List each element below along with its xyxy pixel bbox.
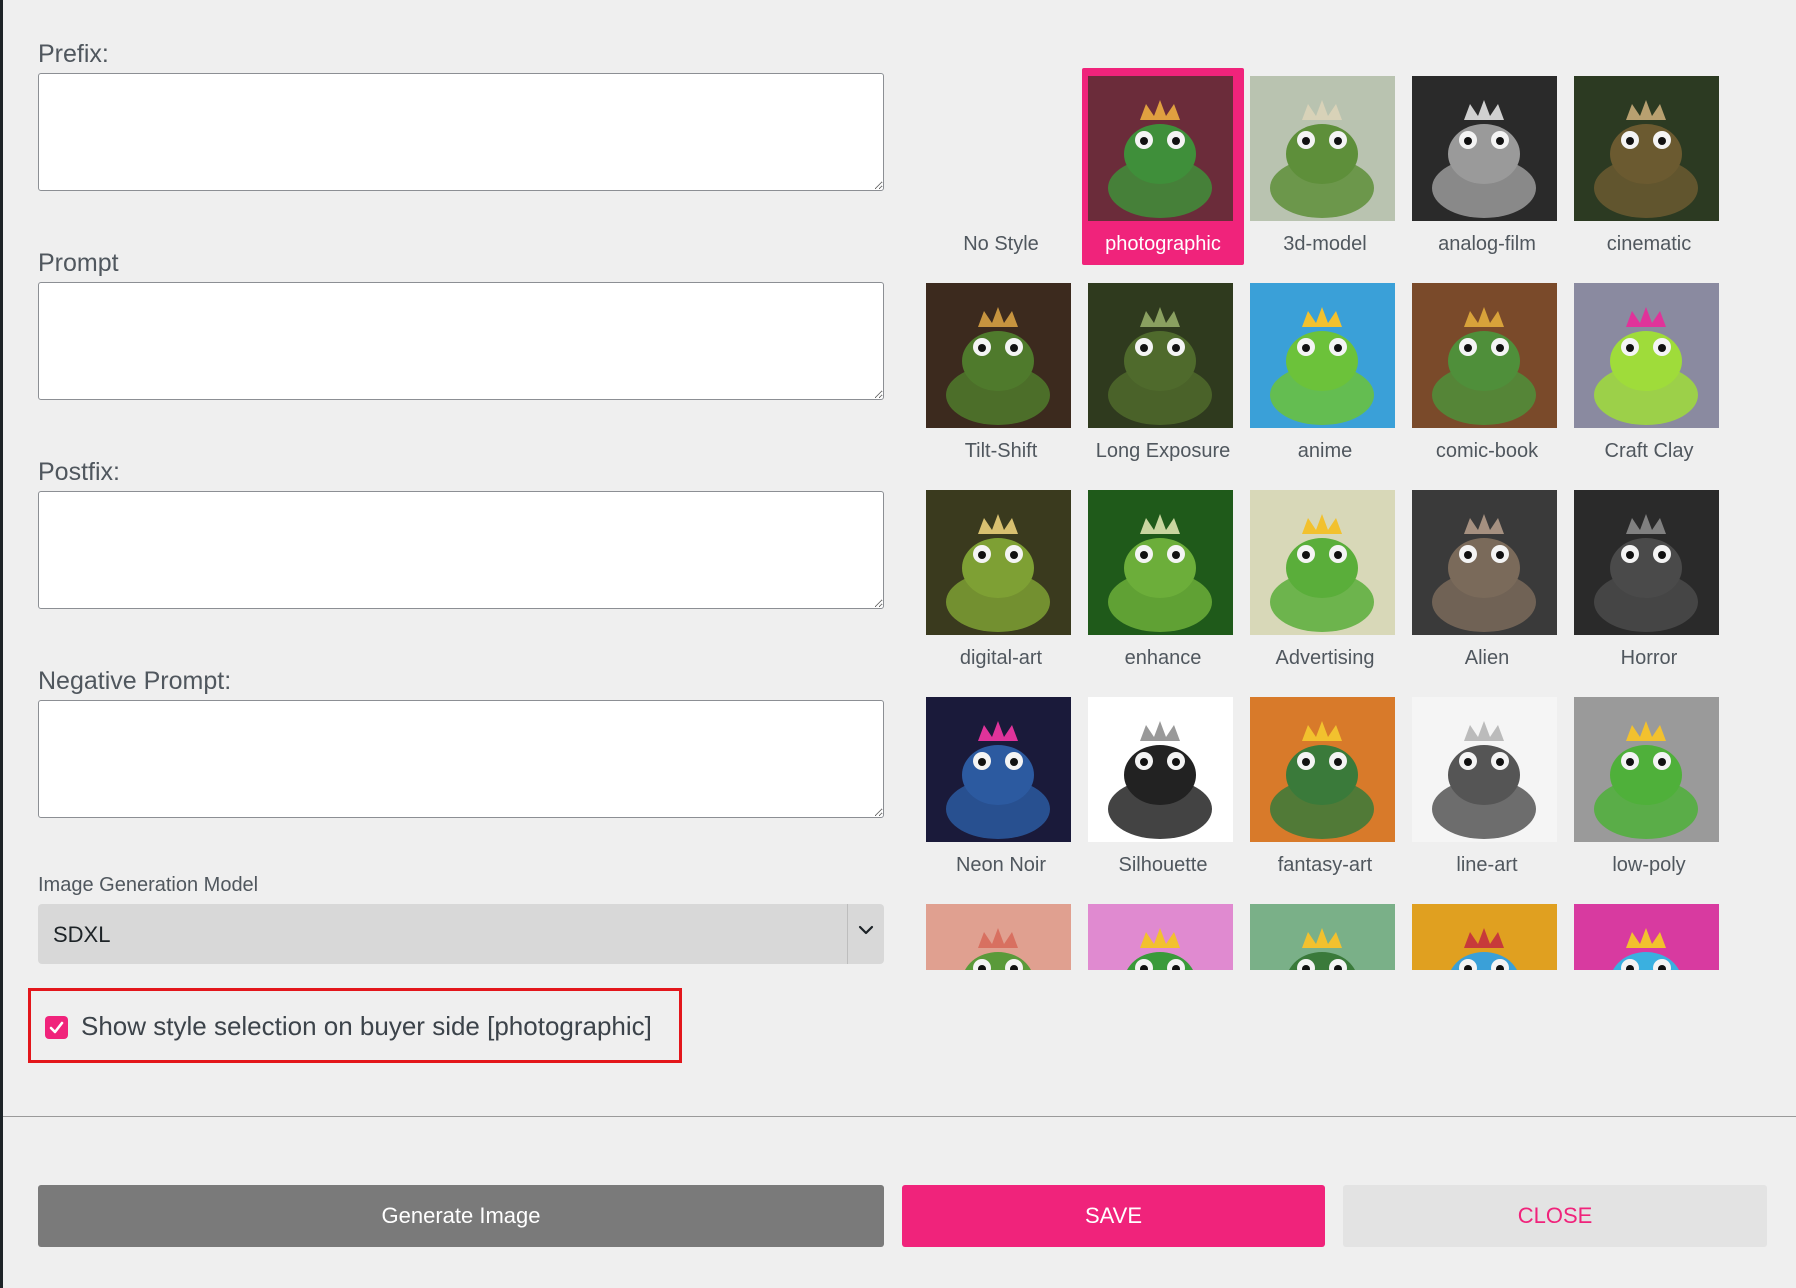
- style-thumbnail: [926, 904, 1071, 970]
- style-option[interactable]: [1244, 896, 1406, 970]
- style-label: anime: [1297, 440, 1353, 462]
- style-label: comic-book: [1435, 440, 1539, 462]
- style-label: enhance: [1124, 647, 1202, 669]
- prefix-textarea[interactable]: [38, 73, 884, 191]
- style-thumbnail: [1574, 76, 1719, 221]
- model-label: Image Generation Model: [38, 874, 259, 896]
- close-button[interactable]: CLOSE: [1343, 1185, 1767, 1247]
- save-button[interactable]: SAVE: [902, 1185, 1325, 1247]
- style-option[interactable]: Neon Noir: [920, 689, 1082, 886]
- style-thumbnail: [1250, 283, 1395, 428]
- style-thumbnail: [1250, 697, 1395, 842]
- style-option[interactable]: low-poly: [1568, 689, 1730, 886]
- negative-prompt-label: Negative Prompt:: [38, 667, 232, 695]
- show-style-checkbox[interactable]: [45, 1016, 68, 1039]
- model-select-value: SDXL: [53, 922, 111, 947]
- style-label: Horror: [1620, 647, 1678, 669]
- style-option[interactable]: [920, 896, 1082, 970]
- style-thumbnail: [1088, 76, 1233, 221]
- style-label: Craft Clay: [1604, 440, 1694, 462]
- style-label: digital-art: [959, 647, 1043, 669]
- style-label: fantasy-art: [1277, 854, 1373, 876]
- style-option[interactable]: Silhouette: [1082, 689, 1244, 886]
- style-label: Long Exposure: [1095, 440, 1231, 462]
- style-option[interactable]: fantasy-art: [1244, 689, 1406, 886]
- prefix-label: Prefix:: [38, 40, 109, 68]
- style-label: analog-film: [1438, 233, 1536, 255]
- style-option[interactable]: digital-art: [920, 482, 1082, 679]
- style-label: Silhouette: [1118, 854, 1208, 876]
- style-option[interactable]: comic-book: [1406, 275, 1568, 472]
- style-thumbnail: [1088, 697, 1233, 842]
- style-label: Advertising: [1275, 647, 1375, 669]
- postfix-label: Postfix:: [38, 458, 120, 486]
- style-option[interactable]: line-art: [1406, 689, 1568, 886]
- style-thumbnail: [1412, 904, 1557, 970]
- style-thumbnail: [1088, 904, 1233, 970]
- style-thumbnail: [926, 490, 1071, 635]
- select-divider: [847, 904, 848, 964]
- style-option[interactable]: No Style: [920, 68, 1082, 265]
- style-thumbnail: [1088, 283, 1233, 428]
- style-option[interactable]: enhance: [1082, 482, 1244, 679]
- style-thumbnail: [1250, 490, 1395, 635]
- style-label: Neon Noir: [955, 854, 1047, 876]
- window-edge: [0, 0, 3, 1288]
- style-thumbnail: [1412, 697, 1557, 842]
- style-option[interactable]: anime: [1244, 275, 1406, 472]
- style-option[interactable]: Alien: [1406, 482, 1568, 679]
- style-label: Alien: [1464, 647, 1510, 669]
- style-option[interactable]: [1406, 896, 1568, 970]
- style-option[interactable]: photographic: [1082, 68, 1244, 265]
- style-thumbnail: [1574, 697, 1719, 842]
- style-thumbnail: [1088, 490, 1233, 635]
- negative-prompt-textarea[interactable]: [38, 700, 884, 818]
- style-option[interactable]: analog-film: [1406, 68, 1568, 265]
- style-option[interactable]: Horror: [1568, 482, 1730, 679]
- style-label: No Style: [963, 233, 1039, 255]
- style-label: 3d-model: [1283, 233, 1367, 255]
- style-thumbnail: [1412, 490, 1557, 635]
- footer-divider: [3, 1116, 1796, 1117]
- checkmark-icon: [49, 1021, 64, 1034]
- style-option[interactable]: Long Exposure: [1082, 275, 1244, 472]
- style-thumbnail: [1412, 76, 1557, 221]
- generate-image-button[interactable]: Generate Image: [38, 1185, 884, 1247]
- style-thumbnail: [926, 697, 1071, 842]
- style-option[interactable]: [1568, 896, 1730, 970]
- style-thumbnail: [1574, 490, 1719, 635]
- style-label: Tilt-Shift: [964, 440, 1038, 462]
- style-option[interactable]: [1082, 896, 1244, 970]
- postfix-textarea[interactable]: [38, 491, 884, 609]
- style-label: low-poly: [1612, 854, 1686, 876]
- model-select[interactable]: SDXL: [38, 904, 884, 964]
- style-thumbnail: [1250, 76, 1395, 221]
- style-option[interactable]: 3d-model: [1244, 68, 1406, 265]
- style-thumbnail: [1574, 904, 1719, 970]
- style-thumbnail: [926, 283, 1071, 428]
- prompt-textarea[interactable]: [38, 282, 884, 400]
- style-option[interactable]: cinematic: [1568, 68, 1730, 265]
- show-style-label[interactable]: Show style selection on buyer side [phot…: [81, 1011, 652, 1042]
- prompt-label: Prompt: [38, 249, 119, 277]
- style-grid: No Style photographic 3d-model analog-film c…: [920, 68, 1730, 970]
- style-option[interactable]: Advertising: [1244, 482, 1406, 679]
- style-label: cinematic: [1606, 233, 1692, 255]
- style-option[interactable]: Craft Clay: [1568, 275, 1730, 472]
- style-thumbnail: [1574, 283, 1719, 428]
- style-option[interactable]: Tilt-Shift: [920, 275, 1082, 472]
- style-thumbnail: [1412, 283, 1557, 428]
- style-label: line-art: [1456, 854, 1518, 876]
- style-label: photographic: [1105, 233, 1221, 255]
- style-thumbnail: [1250, 904, 1395, 970]
- chevron-down-icon: [858, 925, 874, 935]
